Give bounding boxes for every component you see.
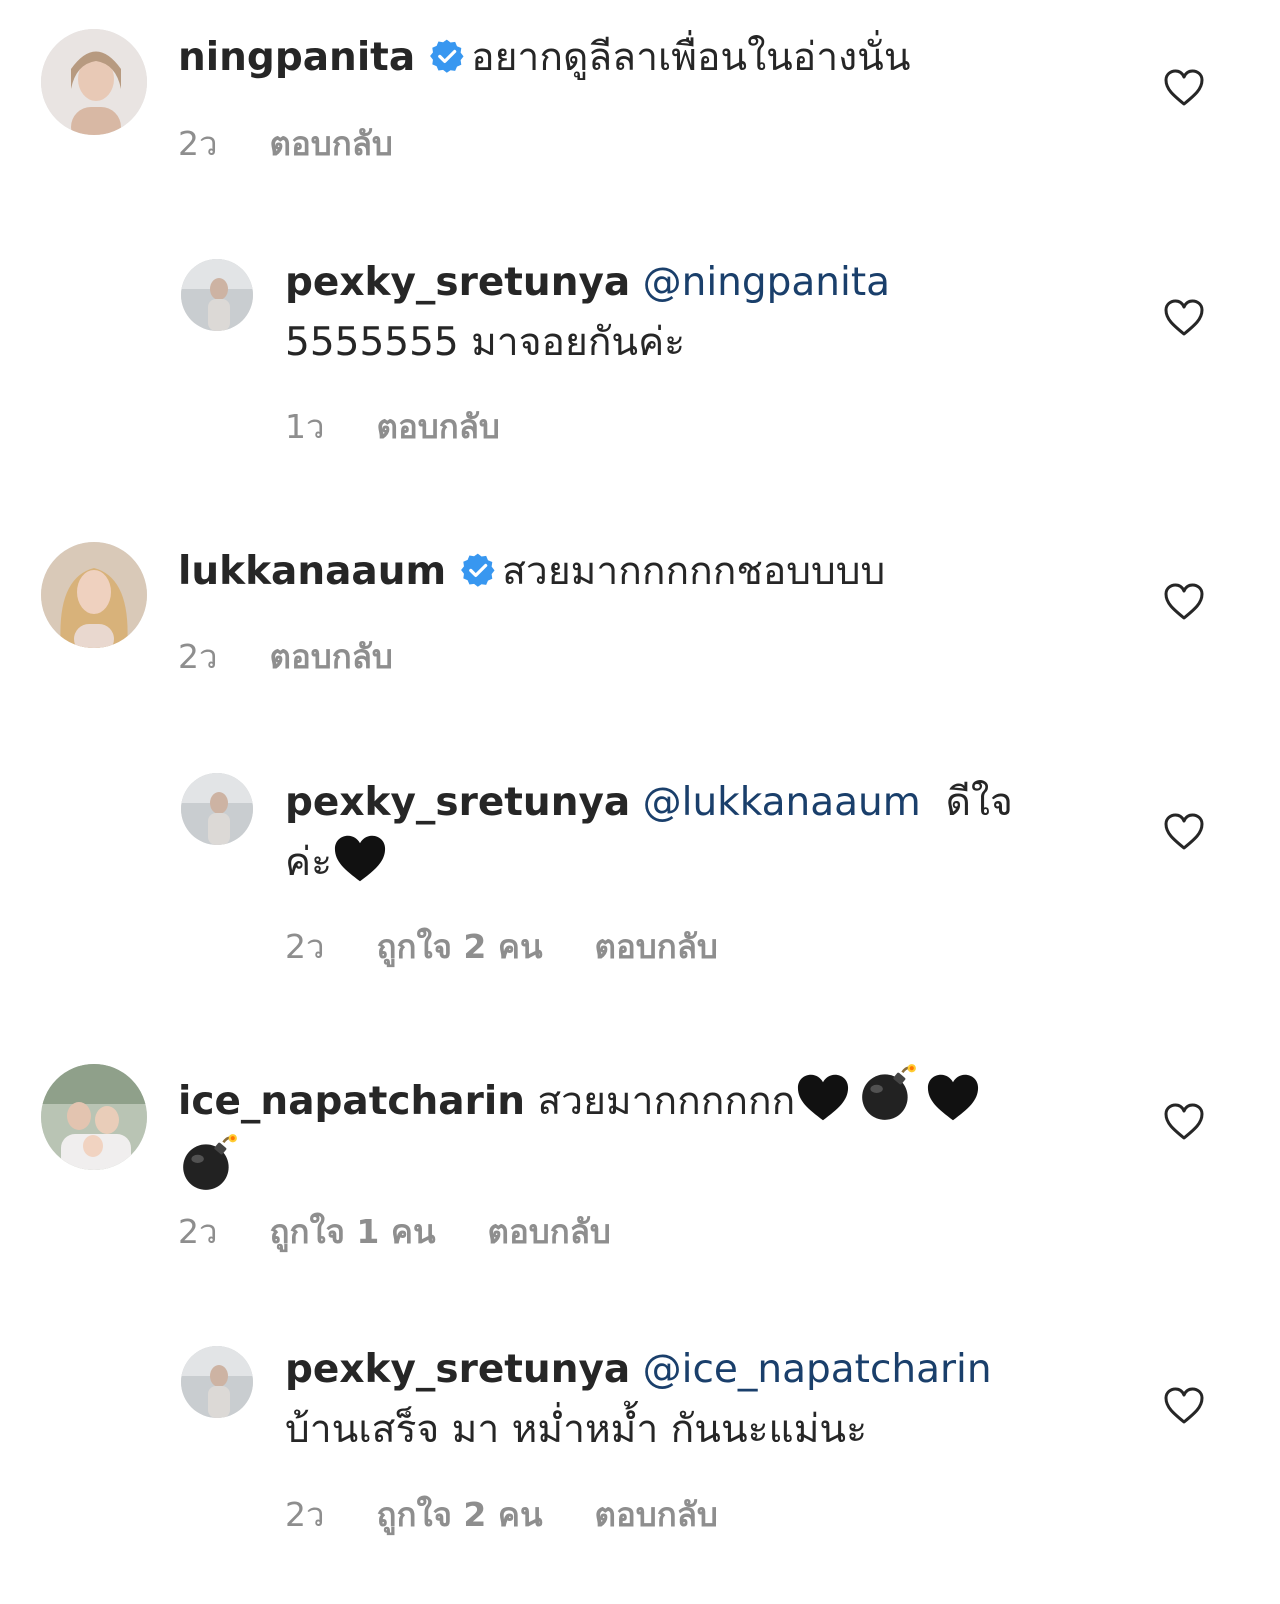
heart-icon[interactable] xyxy=(1163,298,1205,338)
reply-button[interactable]: ตอบกลับ xyxy=(488,1212,611,1251)
comment-body: ningpanita อยากดูลีลาเพื่อนในอ่างนั่น xyxy=(178,28,910,88)
reply-button[interactable]: ตอบกลับ xyxy=(270,637,393,676)
username[interactable]: pexky_sretunya xyxy=(285,1347,630,1392)
avatar[interactable] xyxy=(41,29,147,135)
comment-meta: 2ว ตอบกลับ xyxy=(178,117,445,170)
comment-body: pexky_sretunya @lukkanaaum ดีใจ ค่ะ xyxy=(285,773,1075,893)
black-heart-emoji xyxy=(332,833,388,885)
username[interactable]: pexky_sretunya xyxy=(285,260,630,305)
timestamp: 2ว xyxy=(178,124,218,163)
bomb-emoji xyxy=(857,1062,919,1124)
username[interactable]: ice_napatcharin xyxy=(178,1079,525,1124)
timestamp: 2ว xyxy=(285,1495,325,1534)
likes-count[interactable]: ถูกใจ 2 คน xyxy=(377,927,543,966)
comment-text: สวยมากกกกกชอบบบบ xyxy=(502,549,886,594)
comment-text-continued: ค่ะ xyxy=(285,840,333,885)
comment-text: 5555555 มาจอยกันค่ะ xyxy=(285,320,686,365)
timestamp: 1ว xyxy=(285,407,325,446)
comment-body: pexky_sretunya @ice_napatcharin บ้านเสร็… xyxy=(285,1340,1105,1460)
reply-button[interactable]: ตอบกลับ xyxy=(595,1495,718,1534)
comment-meta: 1ว ตอบกลับ xyxy=(285,400,552,453)
comment-body: ice_napatcharin สวยมากกกกกก xyxy=(178,1062,1078,1202)
black-heart-emoji xyxy=(925,1072,981,1124)
username[interactable]: lukkanaaum xyxy=(178,549,446,594)
heart-icon[interactable] xyxy=(1163,812,1205,852)
comment-text: อยากดูลีลาเพื่อนในอ่างนั่น xyxy=(471,35,911,80)
reply-button[interactable]: ตอบกลับ xyxy=(377,407,500,446)
comment-meta: 2ว ถูกใจ 2 คน ตอบกลับ xyxy=(285,1488,770,1541)
comment-body: pexky_sretunya @ningpanita 5555555 มาจอย… xyxy=(285,253,1045,373)
comment-body: lukkanaaum สวยมากกกกกชอบบบบ xyxy=(178,542,885,602)
avatar[interactable] xyxy=(41,542,147,648)
heart-icon[interactable] xyxy=(1163,68,1205,108)
heart-icon[interactable] xyxy=(1163,582,1205,622)
comment-text: บ้านเสร็จ มา หม่ำหม้ำ กันนะแม่นะ xyxy=(285,1407,868,1452)
verified-badge-icon xyxy=(429,38,465,74)
mention-link[interactable]: @ice_napatcharin xyxy=(643,1347,992,1392)
timestamp: 2ว xyxy=(178,637,218,676)
avatar[interactable] xyxy=(181,773,253,845)
avatar[interactable] xyxy=(181,1346,253,1418)
comment-meta: 2ว ตอบกลับ xyxy=(178,630,445,683)
reply-button[interactable]: ตอบกลับ xyxy=(270,124,393,163)
heart-icon[interactable] xyxy=(1163,1102,1205,1142)
mention-link[interactable]: @ningpanita xyxy=(643,260,890,305)
verified-badge-icon xyxy=(460,552,496,588)
reply-button[interactable]: ตอบกลับ xyxy=(595,927,718,966)
comment-text: ดีใจ xyxy=(945,780,1013,825)
mention-link[interactable]: @lukkanaaum xyxy=(643,780,921,825)
avatar[interactable] xyxy=(41,1064,147,1170)
heart-icon[interactable] xyxy=(1163,1386,1205,1426)
username[interactable]: ningpanita xyxy=(178,35,415,80)
comment-meta: 2ว ถูกใจ 1 คน ตอบกลับ xyxy=(178,1205,663,1258)
username[interactable]: pexky_sretunya xyxy=(285,780,630,825)
avatar[interactable] xyxy=(181,259,253,331)
comment-text: สวยมากกกกกก xyxy=(537,1079,796,1124)
black-heart-emoji xyxy=(795,1072,851,1124)
bomb-emoji xyxy=(178,1132,240,1194)
timestamp: 2ว xyxy=(178,1212,218,1251)
comment-meta: 2ว ถูกใจ 2 คน ตอบกลับ xyxy=(285,920,770,973)
likes-count[interactable]: ถูกใจ 2 คน xyxy=(377,1495,543,1534)
likes-count[interactable]: ถูกใจ 1 คน xyxy=(270,1212,436,1251)
timestamp: 2ว xyxy=(285,927,325,966)
